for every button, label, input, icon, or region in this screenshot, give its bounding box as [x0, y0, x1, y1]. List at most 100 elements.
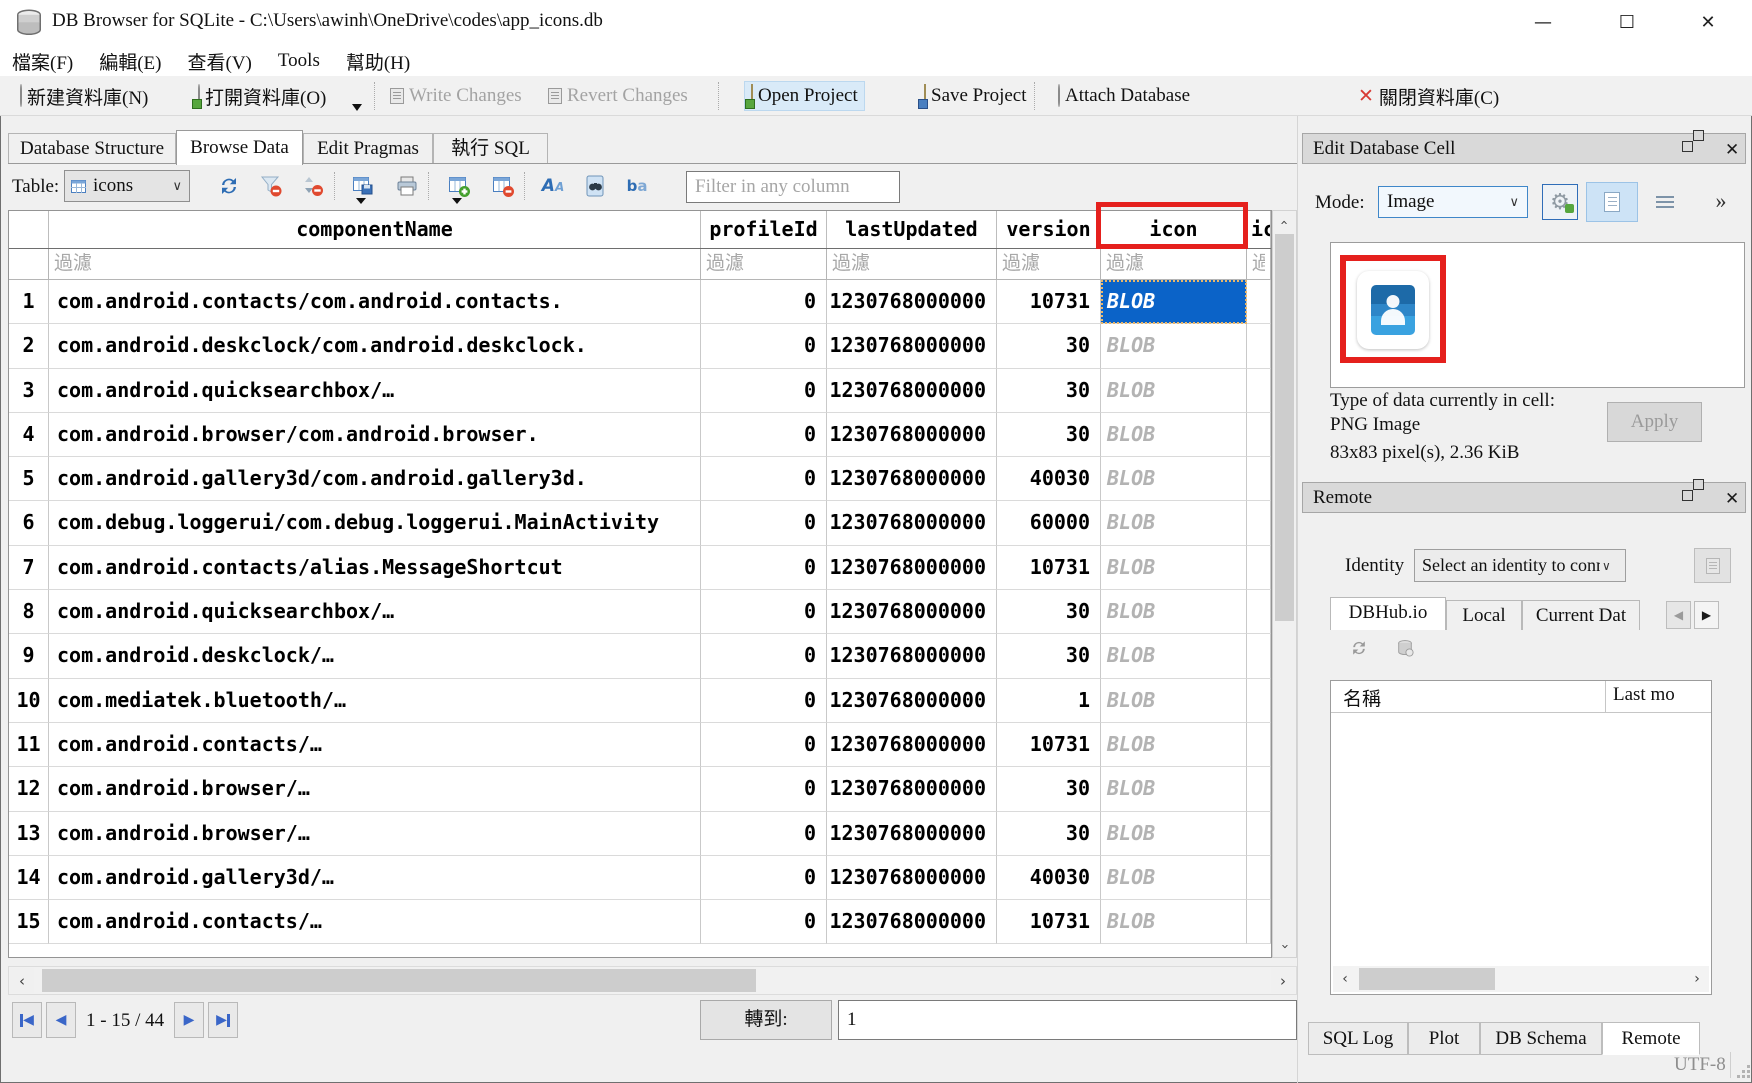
cell-icon-blob[interactable]: BLOB: [1101, 590, 1247, 634]
write-changes-button[interactable]: Write Changes: [384, 81, 528, 111]
cell-partial[interactable]: [1247, 413, 1271, 457]
close-database-button[interactable]: ✕ 關閉資料庫(C): [1352, 81, 1505, 111]
cell-icon-blob[interactable]: BLOB: [1101, 767, 1247, 811]
tab-execute-sql[interactable]: 執行 SQL: [433, 133, 548, 164]
cell-profileId[interactable]: 0: [701, 501, 827, 545]
cell-version[interactable]: 10731: [997, 900, 1101, 944]
cell-version[interactable]: 30: [997, 324, 1101, 368]
next-record-button[interactable]: ▶: [174, 1002, 204, 1038]
cell-version[interactable]: 40030: [997, 856, 1101, 900]
cell-partial[interactable]: [1247, 767, 1271, 811]
cell-lastUpdated[interactable]: 1230768000000: [827, 856, 997, 900]
grid-hscroll-thumb[interactable]: [42, 969, 756, 992]
cell-lastUpdated[interactable]: 1230768000000: [827, 324, 997, 368]
list-header-last-modified[interactable]: Last mo: [1613, 684, 1709, 706]
save-table-dropdown-arrow[interactable]: [356, 198, 366, 204]
cell-componentName[interactable]: com.android.gallery3d/…: [49, 856, 701, 900]
cell-partial[interactable]: [1247, 546, 1271, 590]
open-database-dropdown-arrow[interactable]: [352, 104, 362, 111]
print-button[interactable]: [392, 172, 422, 200]
close-button[interactable]: ✕: [1677, 0, 1739, 46]
grid-vscroll-thumb[interactable]: [1275, 234, 1294, 621]
cell-lastUpdated[interactable]: 1230768000000: [827, 812, 997, 856]
cell-partial[interactable]: [1247, 812, 1271, 856]
cell-profileId[interactable]: 0: [701, 856, 827, 900]
scroll-right-arrow[interactable]: ›: [1271, 968, 1295, 993]
filter-version[interactable]: [997, 249, 1101, 280]
open-project-button[interactable]: Open Project: [744, 81, 865, 111]
cell-componentName[interactable]: com.android.browser/…: [49, 767, 701, 811]
cell-version[interactable]: 30: [997, 634, 1101, 678]
cell-version[interactable]: 10731: [997, 280, 1101, 324]
grid-horizontal-scrollbar[interactable]: ‹ ›: [8, 966, 1297, 995]
cell-icon-blob[interactable]: BLOB: [1101, 900, 1247, 944]
filter-profileId[interactable]: [701, 249, 827, 280]
insert-record-dropdown-arrow[interactable]: [452, 198, 462, 204]
filter-input[interactable]: [701, 249, 826, 279]
cell-profileId[interactable]: 0: [701, 457, 827, 501]
filter-lastUpdated[interactable]: [827, 249, 997, 280]
remote-list-hscroll-thumb[interactable]: [1359, 968, 1495, 990]
menu-file[interactable]: 檔案(F): [12, 48, 73, 75]
cell-lastUpdated[interactable]: 1230768000000: [827, 900, 997, 944]
cell-lastUpdated[interactable]: 1230768000000: [827, 501, 997, 545]
cell-lastUpdated[interactable]: 1230768000000: [827, 413, 997, 457]
word-wrap-button[interactable]: [1652, 192, 1678, 212]
filter-partial[interactable]: [1247, 249, 1271, 280]
cell-lastUpdated[interactable]: 1230768000000: [827, 369, 997, 413]
cell-lastUpdated[interactable]: 1230768000000: [827, 767, 997, 811]
dock-splitter[interactable]: [1297, 116, 1298, 1083]
clear-filter-button[interactable]: [256, 172, 286, 200]
remote-tab-current-database[interactable]: Current Dat: [1522, 600, 1640, 630]
cell-lastUpdated[interactable]: 1230768000000: [827, 590, 997, 634]
open-database-button[interactable]: 打開資料庫(O): [192, 81, 332, 111]
cell-icon-blob[interactable]: BLOB: [1101, 369, 1247, 413]
cell-profileId[interactable]: 0: [701, 900, 827, 944]
cell-componentName[interactable]: com.android.browser/com.android.browser.: [49, 413, 701, 457]
grid-vertical-scrollbar[interactable]: › ›: [1272, 210, 1297, 958]
cell-partial[interactable]: [1247, 457, 1271, 501]
menu-view[interactable]: 查看(V): [188, 48, 252, 75]
float-panel-icon[interactable]: [1693, 141, 1711, 159]
cell-icon-blob[interactable]: BLOB: [1101, 723, 1247, 767]
cell-icon-blob[interactable]: BLOB: [1101, 546, 1247, 590]
cell-icon-blob[interactable]: BLOB: [1101, 679, 1247, 723]
import-data-button[interactable]: ⚙: [1542, 184, 1578, 220]
table-selector[interactable]: icons ∨: [64, 170, 190, 202]
cell-partial[interactable]: [1247, 900, 1271, 944]
filter-icon[interactable]: [1101, 249, 1247, 280]
header-partial[interactable]: ic: [1247, 211, 1271, 248]
close-panel-icon[interactable]: ✕: [1725, 141, 1743, 159]
scroll-right-arrow[interactable]: ›: [1687, 967, 1707, 991]
cell-icon-blob[interactable]: BLOB: [1101, 812, 1247, 856]
cell-version[interactable]: 10731: [997, 546, 1101, 590]
cell-componentName[interactable]: com.android.browser/…: [49, 812, 701, 856]
identity-select[interactable]: Select an identity to conne ∨: [1414, 549, 1626, 582]
scroll-down-arrow[interactable]: ›: [1274, 936, 1295, 956]
scroll-left-arrow[interactable]: ‹: [10, 968, 34, 993]
cell-profileId[interactable]: 0: [701, 767, 827, 811]
identity-settings-button[interactable]: [1694, 548, 1731, 583]
cell-profileId[interactable]: 0: [701, 679, 827, 723]
font-format-button[interactable]: AA: [538, 172, 568, 200]
tab-scroll-right-button[interactable]: ▶: [1694, 601, 1719, 629]
resize-grip[interactable]: [1736, 1064, 1750, 1078]
header-lastUpdated[interactable]: lastUpdated: [827, 211, 997, 248]
cell-componentName[interactable]: com.android.gallery3d/com.android.galler…: [49, 457, 701, 501]
remote-tab-dbhub[interactable]: DBHub.io: [1330, 597, 1446, 630]
cell-icon-blob[interactable]: BLOB: [1101, 856, 1247, 900]
filter-input[interactable]: [997, 249, 1100, 279]
cell-partial[interactable]: [1247, 634, 1271, 678]
cell-componentName[interactable]: com.android.contacts/alias.MessageShortc…: [49, 546, 701, 590]
dock-tab-sql-log[interactable]: SQL Log: [1308, 1022, 1408, 1055]
cell-componentName[interactable]: com.android.contacts/com.android.contact…: [49, 280, 701, 324]
menu-edit[interactable]: 編輯(E): [99, 48, 161, 75]
header-version[interactable]: version: [997, 211, 1101, 248]
scroll-left-arrow[interactable]: ‹: [1335, 967, 1355, 991]
cell-icon-blob[interactable]: BLOB: [1101, 501, 1247, 545]
cell-version[interactable]: 60000: [997, 501, 1101, 545]
header-profileId[interactable]: profileId: [701, 211, 827, 248]
maximize-button[interactable]: ☐: [1596, 0, 1658, 46]
cell-componentName[interactable]: com.android.quicksearchbox/…: [49, 590, 701, 634]
previous-record-button[interactable]: ◀: [46, 1002, 76, 1038]
